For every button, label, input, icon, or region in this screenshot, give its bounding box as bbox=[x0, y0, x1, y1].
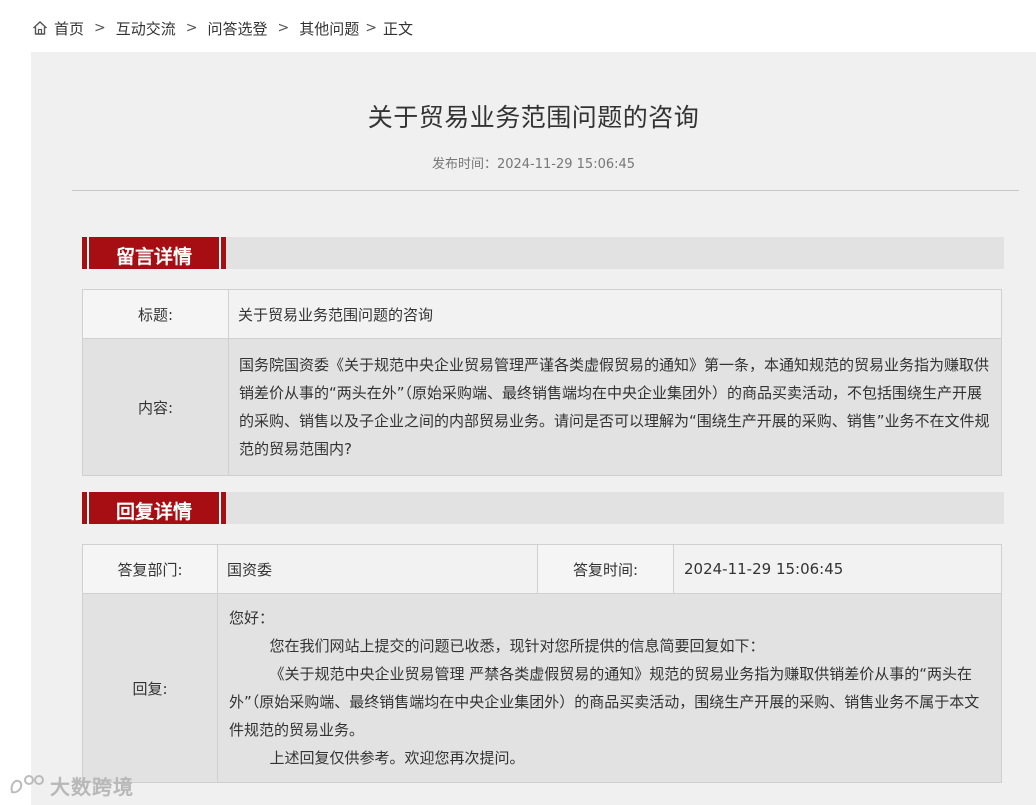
watermark-text: 大数跨境 bbox=[50, 774, 134, 799]
breadcrumb-other-questions-link[interactable]: 其他问题 bbox=[299, 18, 359, 39]
breadcrumb-current: 正文 bbox=[383, 19, 414, 38]
reply-content-value: 您好： 您在我们网站上提交的问题已收悉，现针对您所提供的信息简要回复如下： 《关… bbox=[219, 595, 1000, 781]
watermark-logo-icon bbox=[10, 775, 44, 794]
reply-content-label: 回复: bbox=[82, 593, 218, 783]
message-content-cell: 国务院国资委《关于规范中央企业贸易管理严谨各类虚假贸易的通知》第一条，本通知规范… bbox=[228, 338, 1002, 476]
reply-dept-value: 国资委 bbox=[217, 544, 538, 594]
article-panel: 关于贸易业务范围问题的咨询 发布时间：2024-11-29 15:06:45 留… bbox=[31, 52, 1036, 805]
breadcrumb-separator: > bbox=[277, 20, 290, 36]
reply-dept-label: 答复部门: bbox=[82, 544, 218, 594]
publish-time: 发布时间：2024-11-29 15:06:45 bbox=[31, 153, 1036, 172]
reply-section-title: 回复详情 bbox=[115, 501, 192, 523]
message-section-tab: 留言详情 bbox=[82, 237, 226, 269]
breadcrumb-interaction-link[interactable]: 互动交流 bbox=[116, 18, 176, 39]
message-section-title: 留言详情 bbox=[115, 246, 192, 268]
message-title-value: 关于贸易业务范围问题的咨询 bbox=[228, 289, 1002, 339]
title-divider bbox=[72, 190, 1019, 191]
reply-time-value: 2024-11-29 15:06:45 bbox=[673, 544, 1002, 594]
home-icon bbox=[32, 20, 48, 36]
reply-section-header: 回复详情 bbox=[82, 492, 1004, 524]
message-title-label: 标题: bbox=[82, 289, 229, 339]
breadcrumb-separator: > bbox=[94, 20, 106, 36]
message-content-row: 内容: 国务院国资委《关于规范中央企业贸易管理严谨各类虚假贸易的通知》第一条，本… bbox=[82, 338, 1002, 476]
message-content-value: 国务院国资委《关于规范中央企业贸易管理严谨各类虚假贸易的通知》第一条，本通知规范… bbox=[239, 356, 990, 458]
message-title-row: 标题: 关于贸易业务范围问题的咨询 bbox=[82, 289, 1002, 339]
breadcrumb: 首页 > 互动交流 > 问答选登 > 其他问题 > 正文 bbox=[32, 17, 413, 39]
reply-greeting: 您好： bbox=[229, 609, 275, 627]
reply-line-1: 您在我们网站上提交的问题已收悉，现针对您所提供的信息简要回复如下： bbox=[269, 637, 765, 655]
message-table: 标题: 关于贸易业务范围问题的咨询 内容: 国务院国资委《关于规范中央企业贸易管… bbox=[82, 289, 1002, 476]
message-content-label: 内容: bbox=[82, 338, 229, 476]
breadcrumb-qa-link[interactable]: 问答选登 bbox=[208, 18, 268, 39]
reply-content-cell: 您好： 您在我们网站上提交的问题已收悉，现针对您所提供的信息简要回复如下： 《关… bbox=[217, 593, 1002, 783]
reply-line-2: 《关于规范中央企业贸易管理 严禁各类虚假贸易的通知》规范的贸易业务指为赚取供销差… bbox=[229, 665, 980, 739]
publish-time-label: 发布时间： bbox=[431, 157, 497, 172]
watermark: 大数跨境 bbox=[8, 768, 134, 802]
breadcrumb-separator: > bbox=[365, 20, 377, 36]
page-title: 关于贸易业务范围问题的咨询 bbox=[367, 103, 700, 132]
message-section-header: 留言详情 bbox=[82, 237, 1004, 269]
reply-section-tab: 回复详情 bbox=[82, 492, 226, 524]
breadcrumb-home-link[interactable]: 首页 bbox=[54, 18, 84, 39]
reply-line-3: 上述回复仅供参考。欢迎您再次提问。 bbox=[269, 749, 525, 767]
reply-meta-row: 答复部门: 国资委 答复时间: 2024-11-29 15:06:45 bbox=[82, 544, 1002, 594]
breadcrumb-separator: > bbox=[185, 20, 198, 36]
publish-time-value: 2024-11-29 15:06:45 bbox=[496, 157, 636, 172]
reply-time-label: 答复时间: bbox=[537, 544, 674, 594]
reply-content-row: 回复: 您好： 您在我们网站上提交的问题已收悉，现针对您所提供的信息简要回复如下… bbox=[82, 593, 1002, 783]
reply-table: 答复部门: 国资委 答复时间: 2024-11-29 15:06:45 回复: … bbox=[82, 544, 1002, 783]
